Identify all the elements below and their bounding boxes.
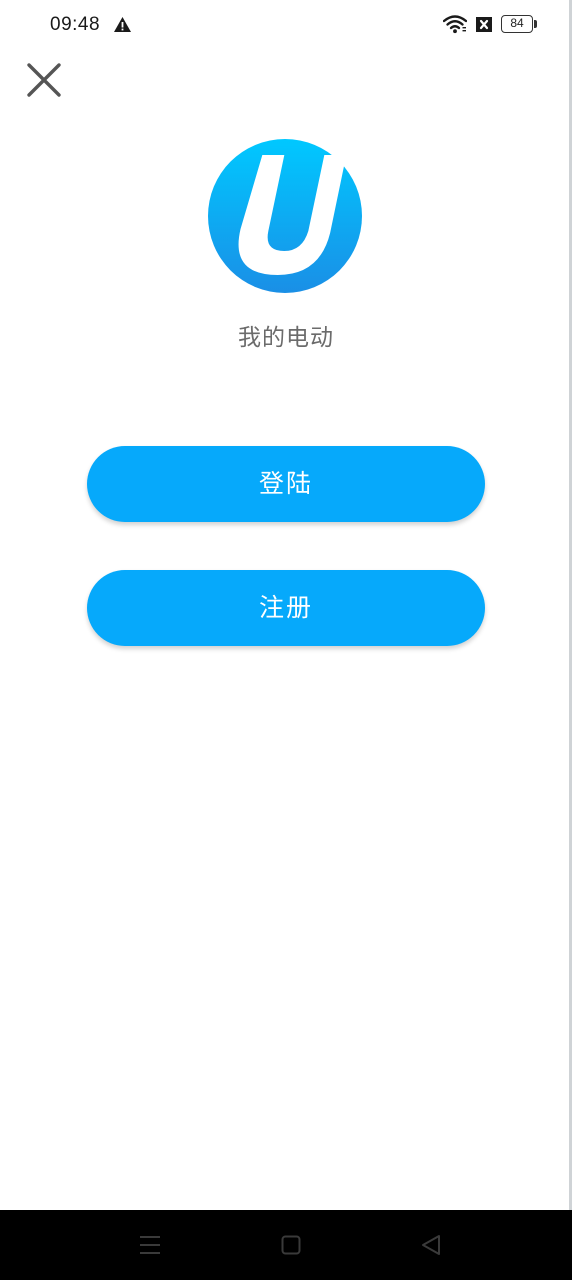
system-nav-bar <box>0 1210 572 1280</box>
app-name: 我的电动 <box>238 325 334 351</box>
back-icon[interactable] <box>420 1234 442 1256</box>
menu-icon[interactable] <box>139 1235 161 1255</box>
status-time: 09:48 <box>50 14 101 35</box>
battery-level: 84 <box>501 15 533 33</box>
app-logo <box>208 139 362 293</box>
login-button[interactable]: 登陆 <box>87 446 485 522</box>
sim-missing-icon <box>476 17 492 32</box>
battery-icon: 84 <box>501 15 539 35</box>
close-button[interactable] <box>22 58 66 102</box>
close-icon <box>27 63 61 97</box>
wifi-icon <box>443 15 467 34</box>
register-button[interactable]: 注册 <box>87 570 485 646</box>
status-bar: 09:48 84 <box>0 0 572 52</box>
home-icon[interactable] <box>281 1235 301 1255</box>
warning-icon <box>114 17 131 32</box>
battery-tip <box>534 20 537 28</box>
